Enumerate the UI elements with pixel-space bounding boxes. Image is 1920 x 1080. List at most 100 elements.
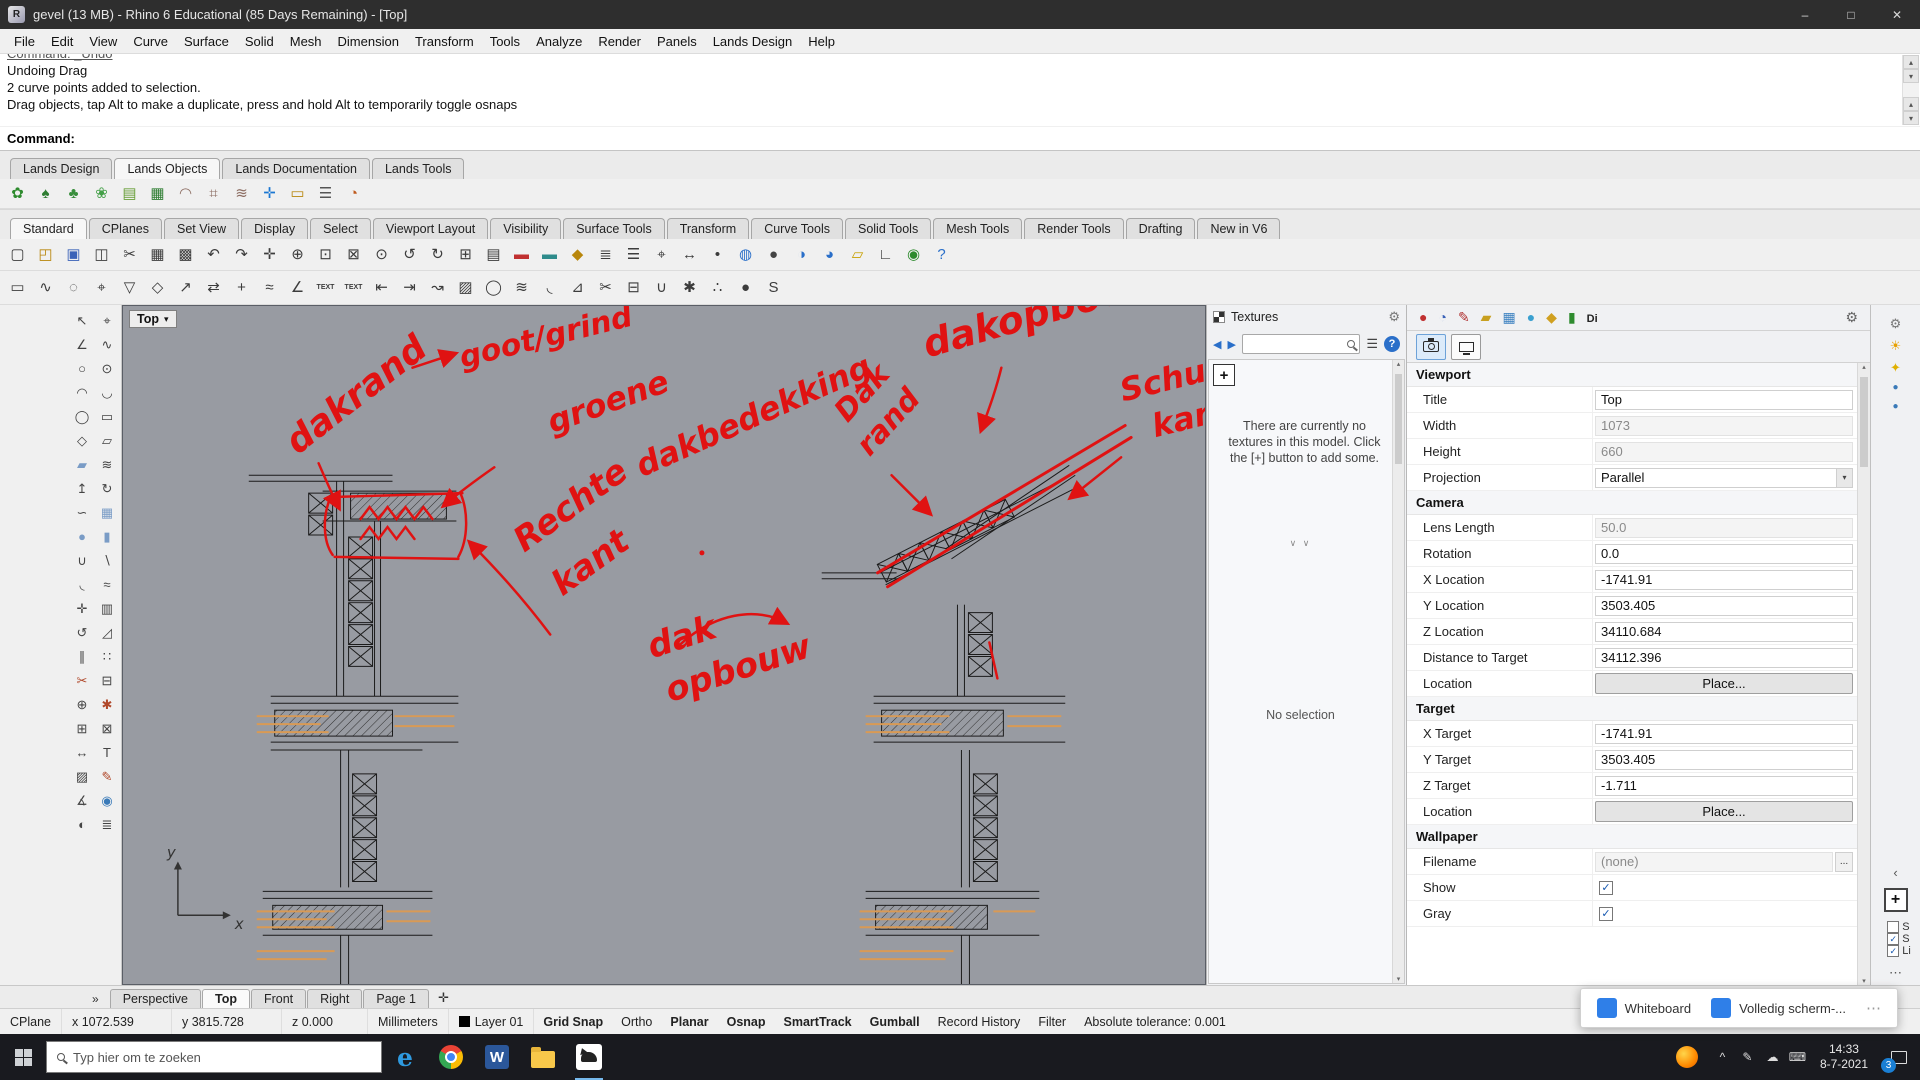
menu-item[interactable]: Help — [800, 31, 843, 52]
groundcover-icon[interactable]: ▤ — [116, 181, 143, 207]
point-icon[interactable]: • — [704, 242, 731, 268]
toggle-osnap[interactable]: Osnap — [718, 1009, 775, 1034]
circle-3pt-icon[interactable]: ⊙ — [95, 357, 119, 380]
scroll-up-icon[interactable]: ▴ — [1903, 97, 1919, 111]
undo-view-icon[interactable]: ↺ — [396, 242, 423, 268]
back-icon[interactable]: ◀ — [1213, 338, 1221, 351]
properties-scrollbar[interactable]: ▴ ▾ — [1857, 363, 1870, 985]
rotate-icon[interactable]: ↺ — [70, 621, 94, 644]
viewport-title-menu[interactable]: Top ▾ — [129, 310, 177, 328]
scale-icon[interactable]: ◿ — [95, 621, 119, 644]
add-to-selection-icon[interactable]: + — [228, 275, 255, 301]
schedule-icon[interactable]: ☰ — [312, 181, 339, 207]
tab-display-panel[interactable]: ✎ — [1458, 309, 1470, 327]
close-button[interactable]: ✕ — [1874, 0, 1920, 29]
menu-item[interactable]: Lands Design — [705, 31, 801, 52]
plant-icon[interactable]: ✿ — [4, 181, 31, 207]
tab-materials-panel[interactable]: ● — [1527, 309, 1535, 327]
toggle-gumball[interactable]: Gumball — [861, 1009, 929, 1034]
status-tolerance[interactable]: Absolute tolerance: 0.001 — [1075, 1009, 1235, 1034]
selection-filter-icon[interactable]: ▽ — [116, 275, 143, 301]
boolean-diff-icon[interactable]: ∖ — [95, 549, 119, 572]
text-edit-icon[interactable]: TEXT — [340, 275, 367, 301]
add-texture-button[interactable]: + — [1213, 364, 1235, 386]
start-button[interactable] — [0, 1034, 46, 1080]
curve-interp-icon[interactable]: ∿ — [95, 333, 119, 356]
blend-icon[interactable]: ≈ — [95, 573, 119, 596]
text-tool-icon[interactable]: T — [95, 741, 119, 764]
path-icon[interactable]: ≋ — [228, 181, 255, 207]
open-file-icon[interactable]: ◰ — [32, 242, 59, 268]
scroll-down-icon[interactable]: ▾ — [1903, 69, 1919, 83]
sphere-icon[interactable]: ● — [70, 525, 94, 548]
cut-icon[interactable]: ✂ — [116, 242, 143, 268]
taskbar-search[interactable] — [46, 1041, 382, 1073]
split-icon[interactable]: ⊟ — [620, 275, 647, 301]
boolean-union-icon[interactable]: ∪ — [70, 549, 94, 572]
civil-icon[interactable]: ◔ — [340, 181, 367, 207]
ungroup-icon[interactable]: ⊠ — [95, 717, 119, 740]
vtab-perspective[interactable]: Perspective — [110, 989, 201, 1008]
lightbulb-icon[interactable]: ✦ — [1890, 361, 1901, 374]
polyline-tool-icon[interactable]: ∠ — [70, 333, 94, 356]
new-file-icon[interactable]: ▢ — [4, 242, 31, 268]
more-options-icon[interactable]: ⋯ — [1866, 999, 1881, 1017]
pan-icon[interactable]: ✛ — [256, 242, 283, 268]
command-prompt[interactable]: Command: — [0, 126, 1920, 150]
texture-search-input[interactable] — [1247, 337, 1344, 351]
surface-points-icon[interactable]: ▰ — [70, 453, 94, 476]
fillet-icon[interactable]: ◟ — [536, 275, 563, 301]
tab-select[interactable]: Select — [310, 218, 371, 239]
earth-anchor-icon[interactable]: ◉ — [900, 242, 927, 268]
terrain-icon[interactable]: ◠ — [172, 181, 199, 207]
tab-folder-panel[interactable]: ▰ — [1481, 309, 1492, 327]
tab-mesh-tools[interactable]: Mesh Tools — [933, 218, 1022, 239]
viewport-canvas[interactable]: dakrand goot/grind groene dakbedekking d… — [123, 306, 1205, 984]
mirror-icon[interactable]: ∥ — [70, 645, 94, 668]
collapse-left-icon[interactable]: ‹ — [1893, 866, 1897, 879]
toggle-planar[interactable]: Planar — [661, 1009, 717, 1034]
menu-item[interactable]: Render — [590, 31, 649, 52]
toggle-smarttrack[interactable]: SmartTrack — [775, 1009, 861, 1034]
text-icon[interactable]: TEXT — [312, 275, 339, 301]
z-target-field[interactable]: -1.711 — [1595, 776, 1853, 796]
cylinder-icon[interactable]: ▮ — [95, 525, 119, 548]
tab-drafting[interactable]: Drafting — [1126, 218, 1196, 239]
four-view-icon[interactable]: ⊞ — [452, 242, 479, 268]
textures-scrollbar[interactable]: ▴ ▾ — [1392, 360, 1404, 983]
scroll-down-icon[interactable]: ▾ — [1903, 111, 1919, 125]
sun-icon[interactable]: ☀ — [1890, 339, 1902, 352]
viewport-properties-button[interactable] — [1416, 334, 1446, 360]
taskbar-clock[interactable]: 14:33 8-7-2021 — [1810, 1042, 1878, 1072]
tab-image-panel[interactable]: ▦ — [1502, 309, 1515, 327]
object-properties-icon[interactable]: ☰ — [620, 242, 647, 268]
curve-wiggle-icon[interactable]: ≈ — [256, 275, 283, 301]
tree-icon[interactable]: ♠ — [32, 181, 59, 207]
toggle-filter[interactable]: Filter — [1029, 1009, 1075, 1034]
hide-icon[interactable]: ▬ — [508, 242, 535, 268]
leader-icon[interactable]: ↝ — [424, 275, 451, 301]
tab-notifications-panel[interactable]: ◆ — [1546, 309, 1557, 327]
arc-icon[interactable]: ◠ — [70, 381, 94, 404]
menu-item[interactable]: File — [6, 31, 43, 52]
render-icon[interactable]: ● — [760, 242, 787, 268]
flower-icon[interactable]: ❀ — [88, 181, 115, 207]
undo-icon[interactable]: ↶ — [200, 242, 227, 268]
distance-icon[interactable]: ↔ — [676, 242, 703, 268]
tab-lands-objects[interactable]: Lands Objects — [114, 158, 220, 179]
explode-icon[interactable]: ✱ — [676, 275, 703, 301]
explorer-taskbar-icon[interactable] — [520, 1034, 566, 1080]
layers-tool-icon[interactable]: ≣ — [95, 813, 119, 836]
web-browser-icon[interactable]: ◍ — [732, 242, 759, 268]
check-s2[interactable]: ✓ S — [1880, 933, 1911, 945]
vtab-page1[interactable]: Page 1 — [363, 989, 429, 1008]
rectangle-icon[interactable]: ▭ — [95, 405, 119, 428]
arc-3pt-icon[interactable]: ◡ — [95, 381, 119, 404]
pen-icon[interactable]: ✎ — [1735, 1050, 1760, 1064]
toggle-grid-snap[interactable]: Grid Snap — [534, 1009, 612, 1034]
explode-tool-icon[interactable]: ✱ — [95, 693, 119, 716]
texture-search-field[interactable] — [1242, 334, 1360, 354]
menu-item[interactable]: Edit — [43, 31, 81, 52]
gray-checkbox[interactable]: ✓ — [1599, 907, 1613, 921]
forward-icon[interactable]: ▶ — [1227, 338, 1235, 351]
